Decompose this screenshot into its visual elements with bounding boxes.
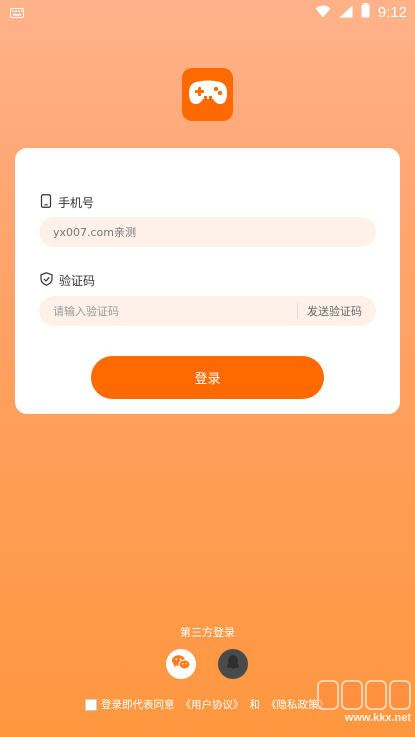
phone-label-row: 手机号 <box>40 193 94 212</box>
qq-icon <box>226 654 240 675</box>
agreement-prefix: 登录即代表同意 <box>101 699 175 711</box>
status-time: 9:12 <box>377 3 407 21</box>
phone-icon <box>40 193 52 212</box>
qq-login-button[interactable] <box>218 649 248 679</box>
agreement-conjunction: 和 <box>249 699 261 711</box>
wifi-icon <box>315 3 331 22</box>
app-logo <box>182 68 233 121</box>
login-button[interactable]: 登录 <box>91 356 324 399</box>
phone-field[interactable] <box>39 217 376 247</box>
wechat-login-button[interactable] <box>166 649 196 679</box>
login-card: 手机号 验证码 发送验证码 登录 <box>15 148 400 414</box>
code-field[interactable]: 发送验证码 <box>39 296 376 326</box>
status-left <box>10 3 24 22</box>
send-code-button[interactable]: 发送验证码 <box>307 303 362 319</box>
watermark-logo <box>317 680 411 710</box>
gamepad-icon <box>188 78 228 112</box>
code-label: 验证码 <box>59 274 96 288</box>
keyboard-icon <box>10 3 24 22</box>
status-bar: 9:12 <box>0 0 415 24</box>
code-divider <box>297 303 298 319</box>
user-agreement-link[interactable]: 《用户协议》 <box>181 697 244 712</box>
wechat-icon <box>171 654 191 675</box>
phone-input[interactable] <box>53 225 362 239</box>
code-input[interactable] <box>53 304 297 318</box>
agreement-checkbox[interactable] <box>85 698 97 711</box>
phone-label: 手机号 <box>58 196 95 210</box>
third-party-label: 第三方登录 <box>180 626 235 639</box>
signal-icon <box>339 3 353 22</box>
status-right: 9:12 <box>315 2 407 22</box>
watermark-url: www.kkx.net <box>344 712 411 724</box>
shield-icon <box>40 271 53 290</box>
watermark: www.kkx.net <box>291 680 411 734</box>
code-label-row: 验证码 <box>40 271 95 290</box>
battery-icon <box>361 2 370 22</box>
